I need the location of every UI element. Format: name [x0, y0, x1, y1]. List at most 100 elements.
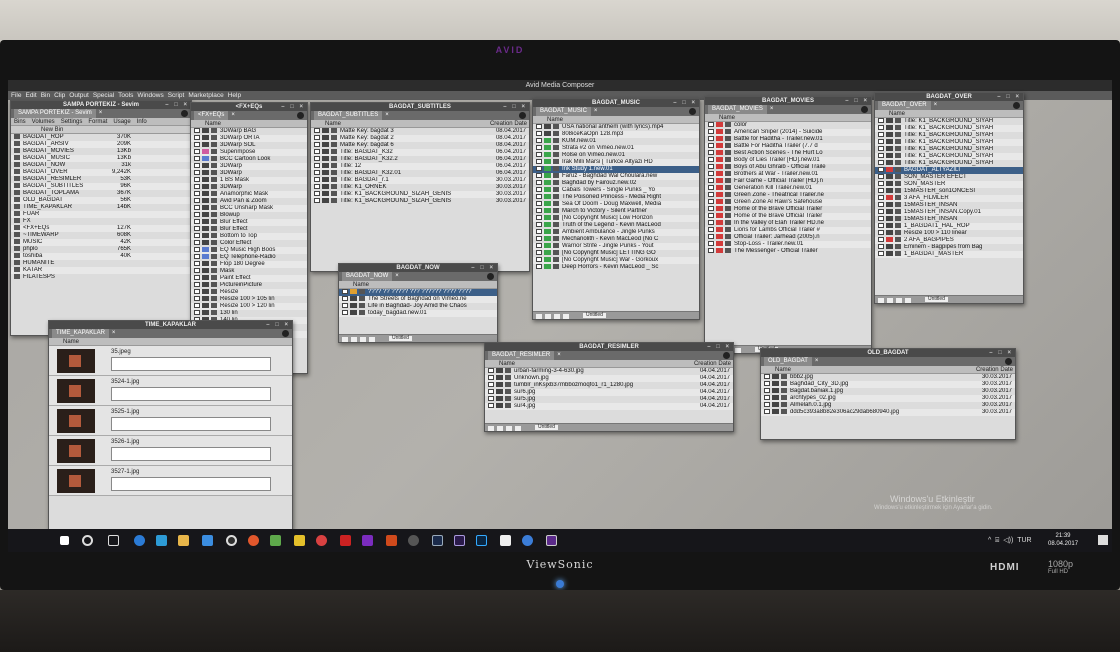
- row-checkbox[interactable]: [708, 143, 714, 148]
- row-checkbox[interactable]: [194, 149, 200, 154]
- menu-item-edit[interactable]: Edit: [25, 92, 36, 99]
- bin-item[interactable]: MUSIC 42K: [11, 239, 191, 246]
- clip-row[interactable]: Resize 100 > 105 lin: [191, 296, 307, 303]
- clip-row[interactable]: Baghdad by Fairouz.new.02: [533, 180, 699, 187]
- clock[interactable]: 21:39 08.04.2017: [1048, 532, 1078, 548]
- menu-item-marketplace[interactable]: Marketplace: [188, 92, 223, 99]
- clip-row[interactable]: urban-farming-3-4-630.jpg 04.04.2017: [485, 368, 733, 375]
- fast-menu-icon[interactable]: [861, 106, 868, 113]
- clip-row[interactable]: BAGDAT_ALTYAZILI: [875, 167, 1023, 174]
- clip-row[interactable]: Blur Effect: [191, 219, 307, 226]
- row-checkbox[interactable]: [194, 247, 200, 252]
- clip-row[interactable]: Blowup: [191, 212, 307, 219]
- row-checkbox[interactable]: [314, 156, 320, 161]
- row-checkbox[interactable]: [878, 146, 884, 151]
- row-checkbox[interactable]: [708, 122, 714, 127]
- clip-row[interactable]: 3DWarp: [191, 163, 307, 170]
- clip-row[interactable]: Title: K1_BACKGROUND_SIYAH: [875, 118, 1023, 125]
- clip-row[interactable]: Bagdat.baniak.1.jpg 30.03.2017: [761, 388, 1015, 395]
- clip-row[interactable]: 3DWarp ORTA: [191, 135, 307, 142]
- row-checkbox[interactable]: [194, 296, 200, 301]
- row-checkbox[interactable]: [764, 381, 770, 386]
- row-checkbox[interactable]: [878, 223, 884, 228]
- utility-icon[interactable]: [270, 535, 281, 546]
- clip-row[interactable]: Color Effect: [191, 240, 307, 247]
- clip-row[interactable]: Mechanolith - Kevin MacLeod (No C: [533, 236, 699, 243]
- row-checkbox[interactable]: [878, 132, 884, 137]
- clip-row[interactable]: ???? ?? ????? ??? ?????? ???? ????: [339, 289, 497, 296]
- file-explorer-icon[interactable]: [178, 535, 189, 546]
- clip-row[interactable]: SON_MASTER: [875, 181, 1023, 188]
- frame-comment-box[interactable]: [111, 417, 271, 431]
- row-checkbox[interactable]: [708, 164, 714, 169]
- row-checkbox[interactable]: [536, 208, 542, 213]
- menu-item-bin[interactable]: Bin: [41, 92, 50, 99]
- row-checkbox[interactable]: [342, 296, 348, 301]
- row-checkbox[interactable]: [536, 229, 542, 234]
- row-checkbox[interactable]: [536, 236, 542, 241]
- row-checkbox[interactable]: [764, 402, 770, 407]
- clip-row[interactable]: Eminem - Bagpipes from Bag: [875, 244, 1023, 251]
- clip-row[interactable]: Baghdad_City_3D.jpg 30.03.2017: [761, 381, 1015, 388]
- clip-row[interactable]: Lions for Lambs Official Trailer #: [705, 227, 871, 234]
- row-checkbox[interactable]: [708, 171, 714, 176]
- row-checkbox[interactable]: [194, 205, 200, 210]
- bin-item[interactable]: HUMANITE: [11, 260, 191, 267]
- clip-row[interactable]: Ink Study 1.new.01: [533, 166, 699, 173]
- clip-row[interactable]: Title: 12 06.04.2017: [311, 163, 529, 170]
- row-checkbox[interactable]: [194, 275, 200, 280]
- row-checkbox[interactable]: [314, 184, 320, 189]
- row-checkbox[interactable]: [342, 303, 348, 308]
- row-checkbox[interactable]: [708, 199, 714, 204]
- bin-item[interactable]: TIME_KAPAKLAR 14bK: [11, 204, 191, 211]
- menu-item-output[interactable]: Output: [69, 92, 89, 99]
- clip-row[interactable]: 15MASTER_INSAN: [875, 216, 1023, 223]
- clip-row[interactable]: BCC Unsharp Mask: [191, 205, 307, 212]
- project-tab-usage[interactable]: Usage: [113, 119, 130, 125]
- clip-row[interactable]: Title: K1_BACKGROUND_SIYAH: [875, 125, 1023, 132]
- clip-row[interactable]: color: [705, 122, 871, 129]
- clip-row[interactable]: Truth of the Legend - Kevin MacLeod: [533, 222, 699, 229]
- row-checkbox[interactable]: [878, 209, 884, 214]
- row-checkbox[interactable]: [878, 237, 884, 242]
- clip-row[interactable]: Almelah.0.1.jpg 30.03.2017: [761, 402, 1015, 409]
- row-checkbox[interactable]: [878, 139, 884, 144]
- row-checkbox[interactable]: [314, 170, 320, 175]
- clip-row[interactable]: Home of the Brave Official Trailer: [705, 206, 871, 213]
- row-checkbox[interactable]: [878, 160, 884, 165]
- row-checkbox[interactable]: [536, 124, 542, 129]
- clip-row[interactable]: Faruz - Baghdad Wal Choulara.new: [533, 173, 699, 180]
- clip-row[interactable]: American Sniper (2014) - Suicide: [705, 129, 871, 136]
- movies-bin[interactable]: BAGDAT_MOVIES – □ × BAGDAT_MOVIES × Name c…: [704, 96, 872, 354]
- clip-row[interactable]: Title: BAGDAT_K32.01 06.04.2017: [311, 170, 529, 177]
- fast-menu-icon[interactable]: [1013, 102, 1020, 109]
- project-tab-bins[interactable]: Bins: [14, 119, 26, 125]
- row-checkbox[interactable]: [764, 395, 770, 400]
- clip-row[interactable]: Battle for Haditha - Trailer.new.01: [705, 136, 871, 143]
- clip-row[interactable]: Official Trailer: Jarhead (2005).n: [705, 234, 871, 241]
- clip-row[interactable]: 3DWarp SOL: [191, 142, 307, 149]
- row-checkbox[interactable]: [536, 222, 542, 227]
- after-effects-icon[interactable]: [432, 535, 443, 546]
- clip-row[interactable]: Title: K1_BACKGROUND_SIYAH: [875, 160, 1023, 167]
- power-button[interactable]: [556, 580, 564, 588]
- fast-menu-icon[interactable]: [487, 273, 494, 280]
- clip-row[interactable]: sur6.jpg 04.04.2017: [485, 389, 733, 396]
- clip-row[interactable]: Warrior Strife - Jingle Punks - Yout: [533, 243, 699, 250]
- row-checkbox[interactable]: [194, 135, 200, 140]
- clip-row[interactable]: Sea Of Doom - Doug Maxwell, Media: [533, 201, 699, 208]
- clip-row[interactable]: Title: K1_BACKGROUND_SIYAH: [875, 132, 1023, 139]
- row-checkbox[interactable]: [708, 220, 714, 225]
- row-checkbox[interactable]: [708, 206, 714, 211]
- clip-row[interactable]: 1_BAGDAT_MASTER: [875, 251, 1023, 258]
- clip-row[interactable]: 15MASTER_INSAN: [875, 202, 1023, 209]
- clip-row[interactable]: 2 AFA_BAGPIPES: [875, 237, 1023, 244]
- clip-row[interactable]: Matte Key: bagdat 3 08.04.2017: [311, 128, 529, 135]
- bin-item[interactable]: BAGDAT_MUSIC 13Kb: [11, 155, 191, 162]
- row-checkbox[interactable]: [878, 153, 884, 158]
- row-checkbox[interactable]: [764, 374, 770, 379]
- clip-row[interactable]: The Messenger - Official Trailer: [705, 248, 871, 255]
- clip-row[interactable]: Title: K1_BACKGROUND_SIYAH: [875, 139, 1023, 146]
- clip-row[interactable]: Title: BAGDAT_K32 06.04.2017: [311, 149, 529, 156]
- menu-item-help[interactable]: Help: [228, 92, 241, 99]
